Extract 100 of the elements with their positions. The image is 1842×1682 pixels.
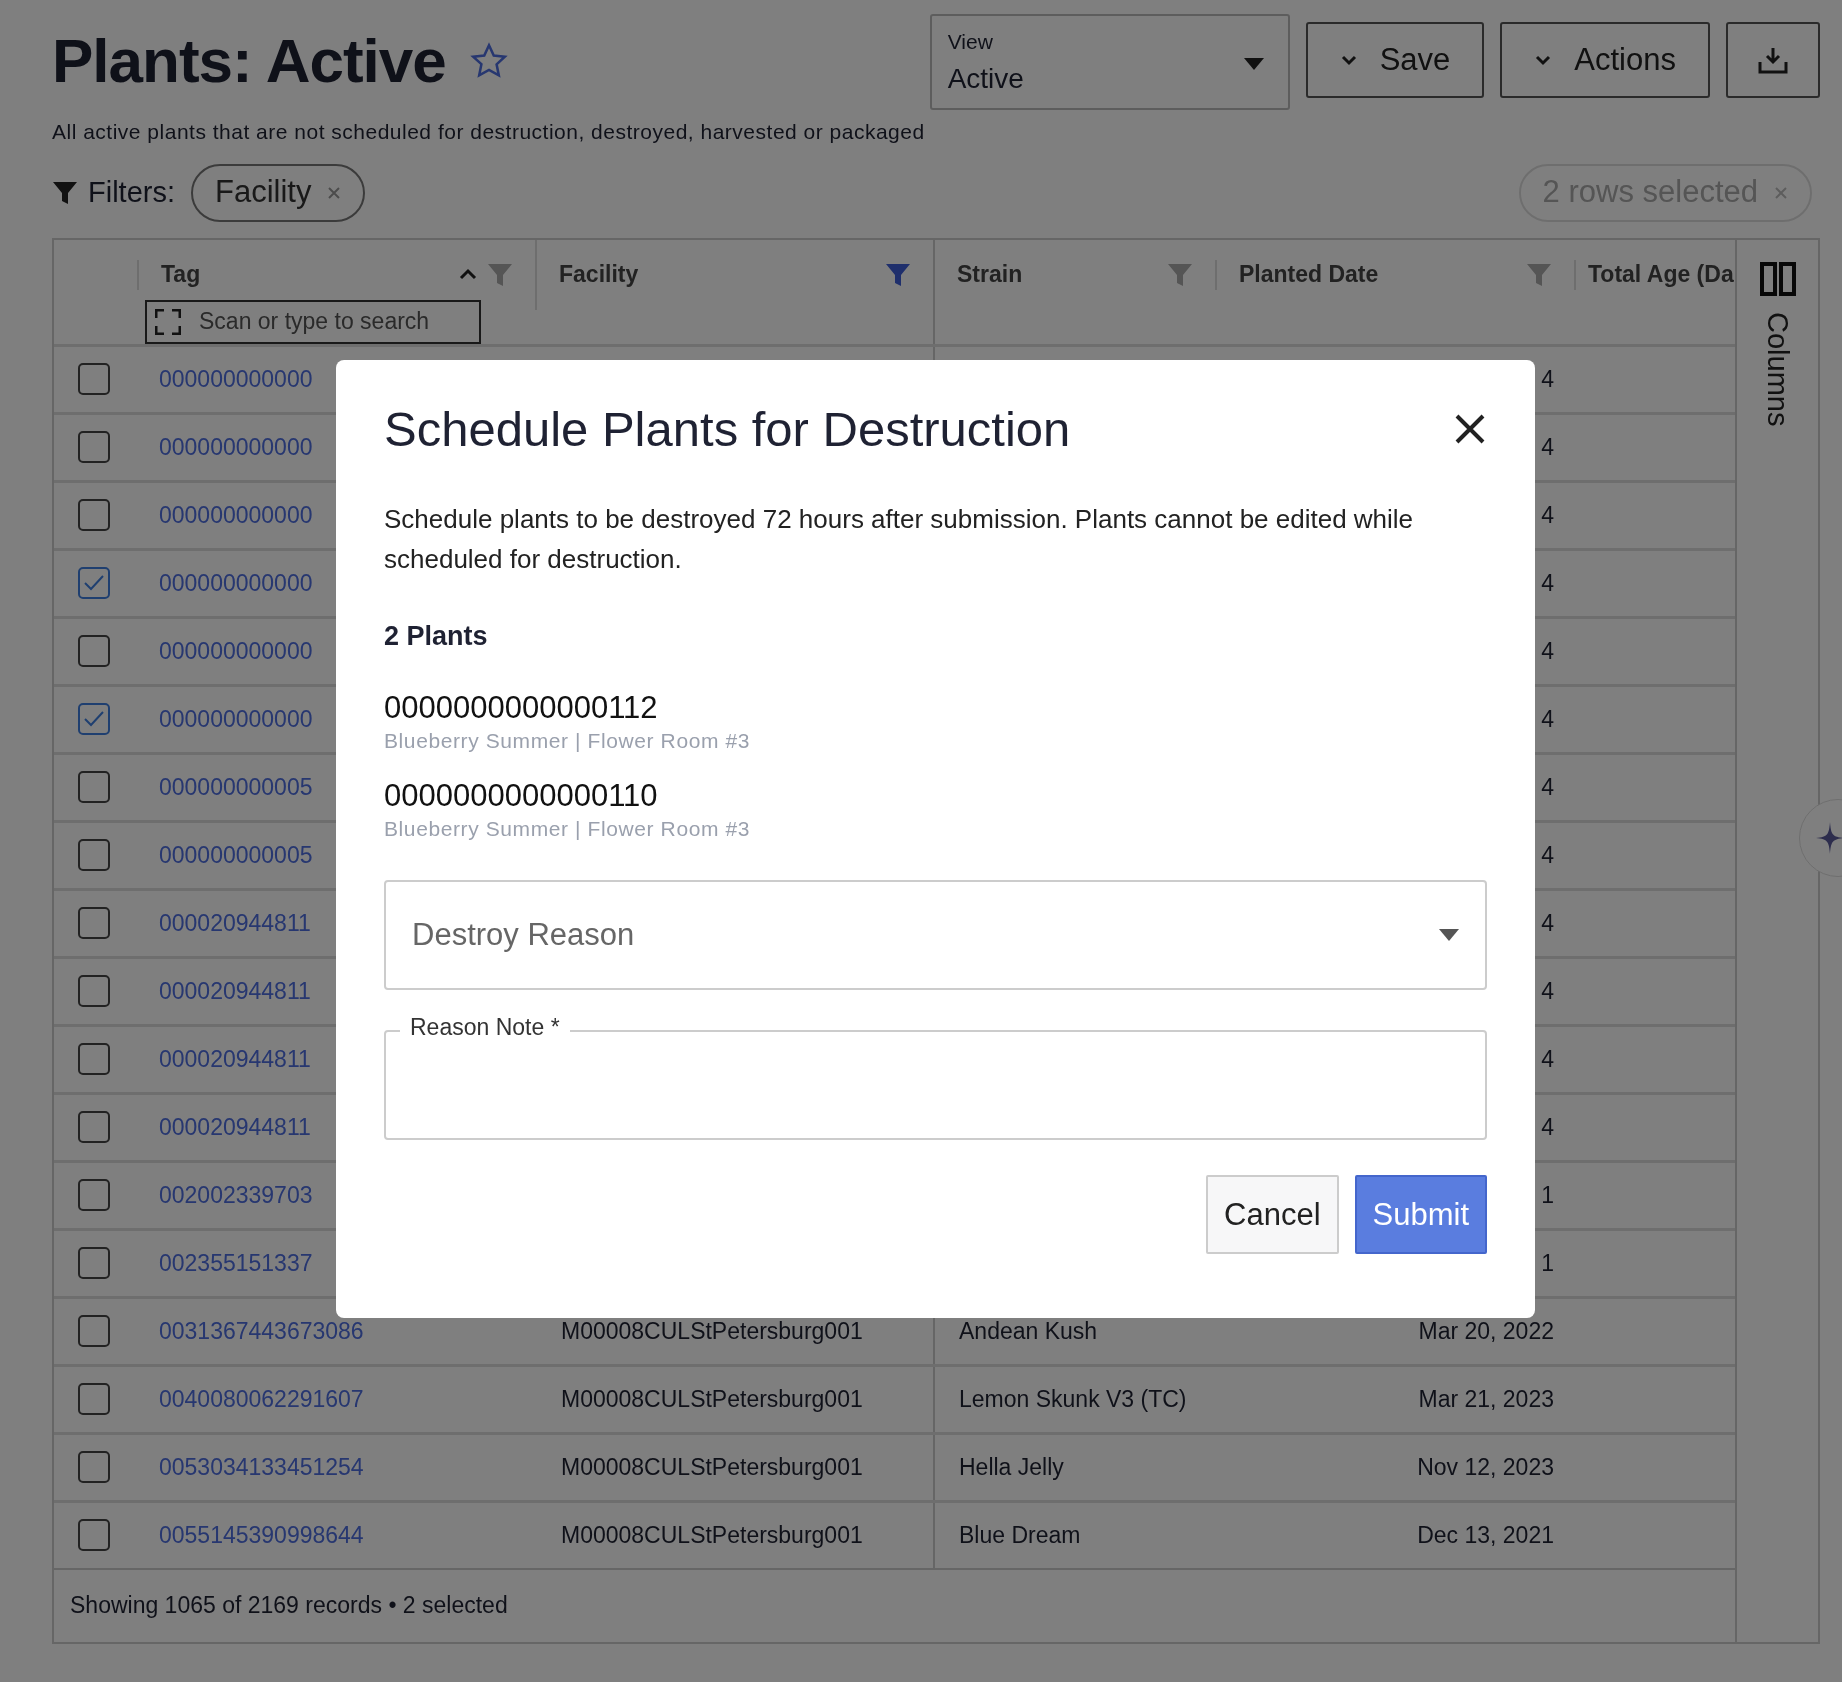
table-cell-text: M00008CULStPetersburg001 [561,1316,863,1346]
tag-link[interactable]: 000020944811 [159,977,311,1004]
table-cell: 1 [1541,1181,1554,1208]
table-cell-text: M00008CULStPetersburg001 [561,1384,863,1414]
row-checkbox[interactable] [78,703,110,735]
row-checkbox[interactable] [78,567,110,599]
table-cell: Nov 12, 2023 [1417,1453,1554,1480]
submit-button[interactable]: Submit [1354,1175,1487,1255]
row-checkbox[interactable] [78,771,110,803]
row-checkbox[interactable] [78,1111,110,1143]
plant-detail: Blueberry Summer | Flower Room #3 [384,816,752,842]
table-cell: 1 [1541,1249,1554,1276]
filter-chip-label: Facility [215,173,312,212]
row-checkbox[interactable] [78,1315,110,1347]
reason-select[interactable]: Destroy Reason [384,880,1487,991]
row-checkbox[interactable] [78,975,110,1007]
download-button[interactable] [1726,22,1820,98]
scan-icon [155,308,181,335]
column-header[interactable]: Planted Date [1239,257,1379,292]
table-cell: Andean Kush [959,1317,1098,1344]
view-value: Active [947,61,1024,96]
column-header[interactable]: Strain [957,257,1023,292]
table-cell: Mar 21, 2023 [1418,1385,1554,1412]
tag-link[interactable]: 0031367443673086 [159,1317,364,1344]
row-checkbox[interactable] [78,1043,110,1075]
row-checkbox[interactable] [78,1451,110,1483]
close-icon[interactable] [327,185,342,200]
column-header[interactable]: Total Age (Da [1588,259,1734,290]
table-cell: 4 [1541,773,1554,800]
checkmark-icon [83,574,105,592]
page-subtitle: All active plants that are not scheduled for destruction, destroyed, harvested or packaged [52,119,926,145]
row-checkbox[interactable] [78,1519,110,1551]
download-icon [1758,46,1788,74]
tag-link[interactable]: 000000000000 [159,637,313,664]
actions-button[interactable]: Actions [1500,22,1710,98]
modal-description: Schedule plants to be destroyed 72 hours after submission. Plants cannot be edited while scheduled for destruction. [384,502,1415,576]
tag-link[interactable]: 000020944811 [159,1045,311,1072]
columns-icon [1759,261,1796,296]
table-cell: 4 [1541,977,1554,1004]
tag-link[interactable]: 0053034133451254 [159,1453,364,1480]
column-header[interactable]: Tag [161,257,201,292]
table-cell: 4 [1541,365,1554,392]
row-checkbox[interactable] [78,431,110,463]
checkmark-icon [83,710,105,728]
table-cell: 4 [1541,501,1554,528]
tag-link[interactable]: 000000000000 [159,501,313,528]
filters-label: Filters: [88,174,175,210]
table-cell-text: M00008CULStPetersburg001 [561,1520,863,1550]
table-cell: 4 [1541,637,1554,664]
filter-icon [52,180,78,205]
plant-detail: Blueberry Summer | Flower Room #3 [384,728,752,755]
caret-icon [1439,929,1459,942]
row-checkbox[interactable] [78,1383,110,1415]
plant-tag: 0000000000000112 [384,691,1487,726]
row-checkbox[interactable] [78,907,110,939]
records-summary: Showing 1065 of 2169 records • 2 selected [70,1591,508,1621]
tag-link[interactable]: 000000000000 [159,433,313,460]
star-icon[interactable] [469,42,508,80]
table-cell: 4 [1541,909,1554,936]
modal-title: Schedule Plants for Destruction [384,401,1071,458]
table-cell: Blue Dream [959,1521,1081,1548]
row-checkbox[interactable] [78,363,110,395]
page-title: Plants: Active [52,30,446,92]
search-field[interactable]: Scan or type to search [145,299,481,344]
row-checkbox[interactable] [78,1179,110,1211]
table-cell: 4 [1541,1113,1554,1140]
table-cell: Lemon Skunk V3 (TC) [959,1385,1187,1412]
table-cell-text: M00008CULStPetersburg001 [561,1452,863,1482]
tag-link[interactable]: 0055145390998644 [159,1521,364,1548]
tag-link[interactable]: 000000000000 [159,365,313,392]
table-cell: Hella Jelly [959,1453,1064,1480]
tag-link[interactable]: 002002339703 [159,1181,313,1208]
column-header[interactable]: Facility [559,257,639,292]
table-cell: 4 [1541,705,1554,732]
save-button[interactable]: Save [1305,22,1485,98]
column-filter-icon[interactable] [885,262,911,287]
plant-tag: 0000000000000110 [384,778,1487,813]
row-checkbox[interactable] [78,839,110,871]
row-checkbox[interactable] [78,635,110,667]
tag-link[interactable]: 000020944811 [159,909,311,936]
tag-link[interactable]: 000000000005 [159,773,313,800]
tag-link[interactable]: 000000000000 [159,705,313,732]
table-cell: 4 [1541,433,1554,460]
tag-link[interactable]: 000000000000 [159,569,313,596]
caret-icon [1243,58,1264,70]
table-cell: 4 [1541,841,1554,868]
tag-link[interactable]: 000020944811 [159,1113,311,1140]
tag-link[interactable]: 0040080062291607 [159,1385,364,1412]
table-cell: Dec 13, 2021 [1417,1521,1554,1548]
tag-link[interactable]: 000000000005 [159,841,313,868]
table-cell: 4 [1541,1045,1554,1072]
table-cell: Mar 20, 2022 [1418,1317,1554,1344]
filter-chip[interactable]: Facility [191,163,366,222]
table-cell: 4 [1541,569,1554,596]
view-select[interactable]: View Active [929,14,1290,110]
row-checkbox[interactable] [78,499,110,531]
row-checkbox[interactable] [78,1247,110,1279]
tag-link[interactable]: 002355151337 [159,1249,313,1276]
plant-count: 2 Plants [384,619,489,653]
cancel-button[interactable]: Cancel [1206,1175,1339,1255]
